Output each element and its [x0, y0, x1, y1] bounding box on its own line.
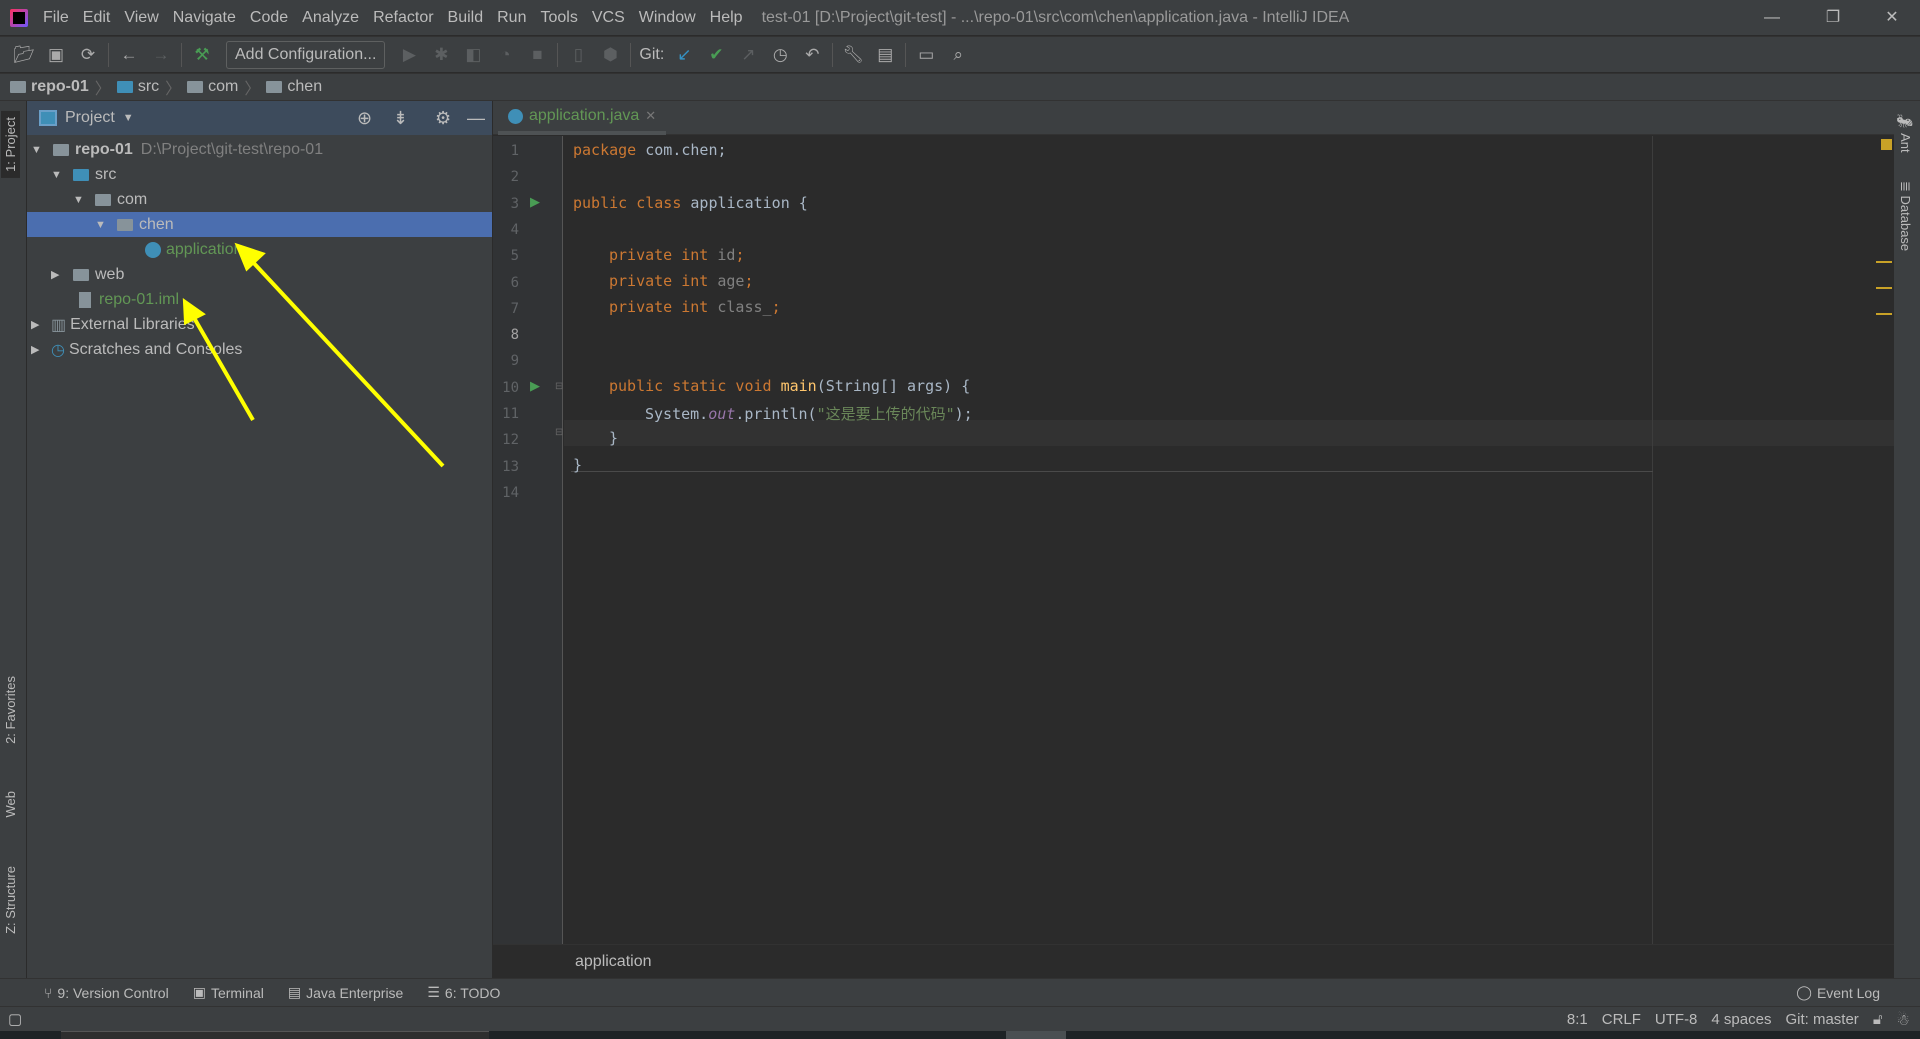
annotation-arrow	[234, 242, 445, 468]
event-log-button[interactable]: ◯ Event Log	[1796, 984, 1880, 1001]
lock-icon[interactable]: 🔓︎	[1873, 1011, 1883, 1029]
file-encoding[interactable]: UTF-8	[1655, 1011, 1698, 1029]
caret-position[interactable]: 8:1	[1567, 1011, 1588, 1029]
toggle-tool-windows-icon[interactable]: ▢	[8, 1010, 22, 1028]
version-control-tool-button[interactable]: ⑂ 9: Version Control	[44, 985, 169, 1001]
todo-tool-button[interactable]: ☰ 6: TODO	[427, 984, 500, 1001]
indent-setting[interactable]: 4 spaces	[1711, 1011, 1771, 1029]
annotation-arrows	[182, 242, 445, 468]
terminal-icon: ▣	[192, 984, 206, 1000]
todo-list-icon: ☰	[427, 984, 440, 1000]
line-separator[interactable]: CRLF	[1602, 1011, 1641, 1029]
vcs-icon: ⑂	[44, 984, 53, 1001]
git-branch[interactable]: Git: master	[1785, 1011, 1858, 1029]
event-log-icon: ◯	[1796, 984, 1812, 1000]
annotation-arrow	[182, 297, 255, 421]
terminal-tool-button[interactable]: ▣ Terminal	[193, 984, 264, 1001]
java-enterprise-tool-button[interactable]: ▤ Java Enterprise	[288, 984, 404, 1001]
status-bar: ▢ 8:1 CRLF UTF-8 4 spaces Git: master 🔓︎…	[0, 1006, 1920, 1032]
bottom-tool-bar: ⑂ 9: Version Control ▣ Terminal ▤ Java Ente…	[0, 978, 1920, 1006]
java-enterprise-icon: ▤	[287, 984, 302, 1000]
inspector-icon[interactable]: ☃	[1897, 1011, 1910, 1029]
taskbar-strip	[0, 1031, 1920, 1039]
